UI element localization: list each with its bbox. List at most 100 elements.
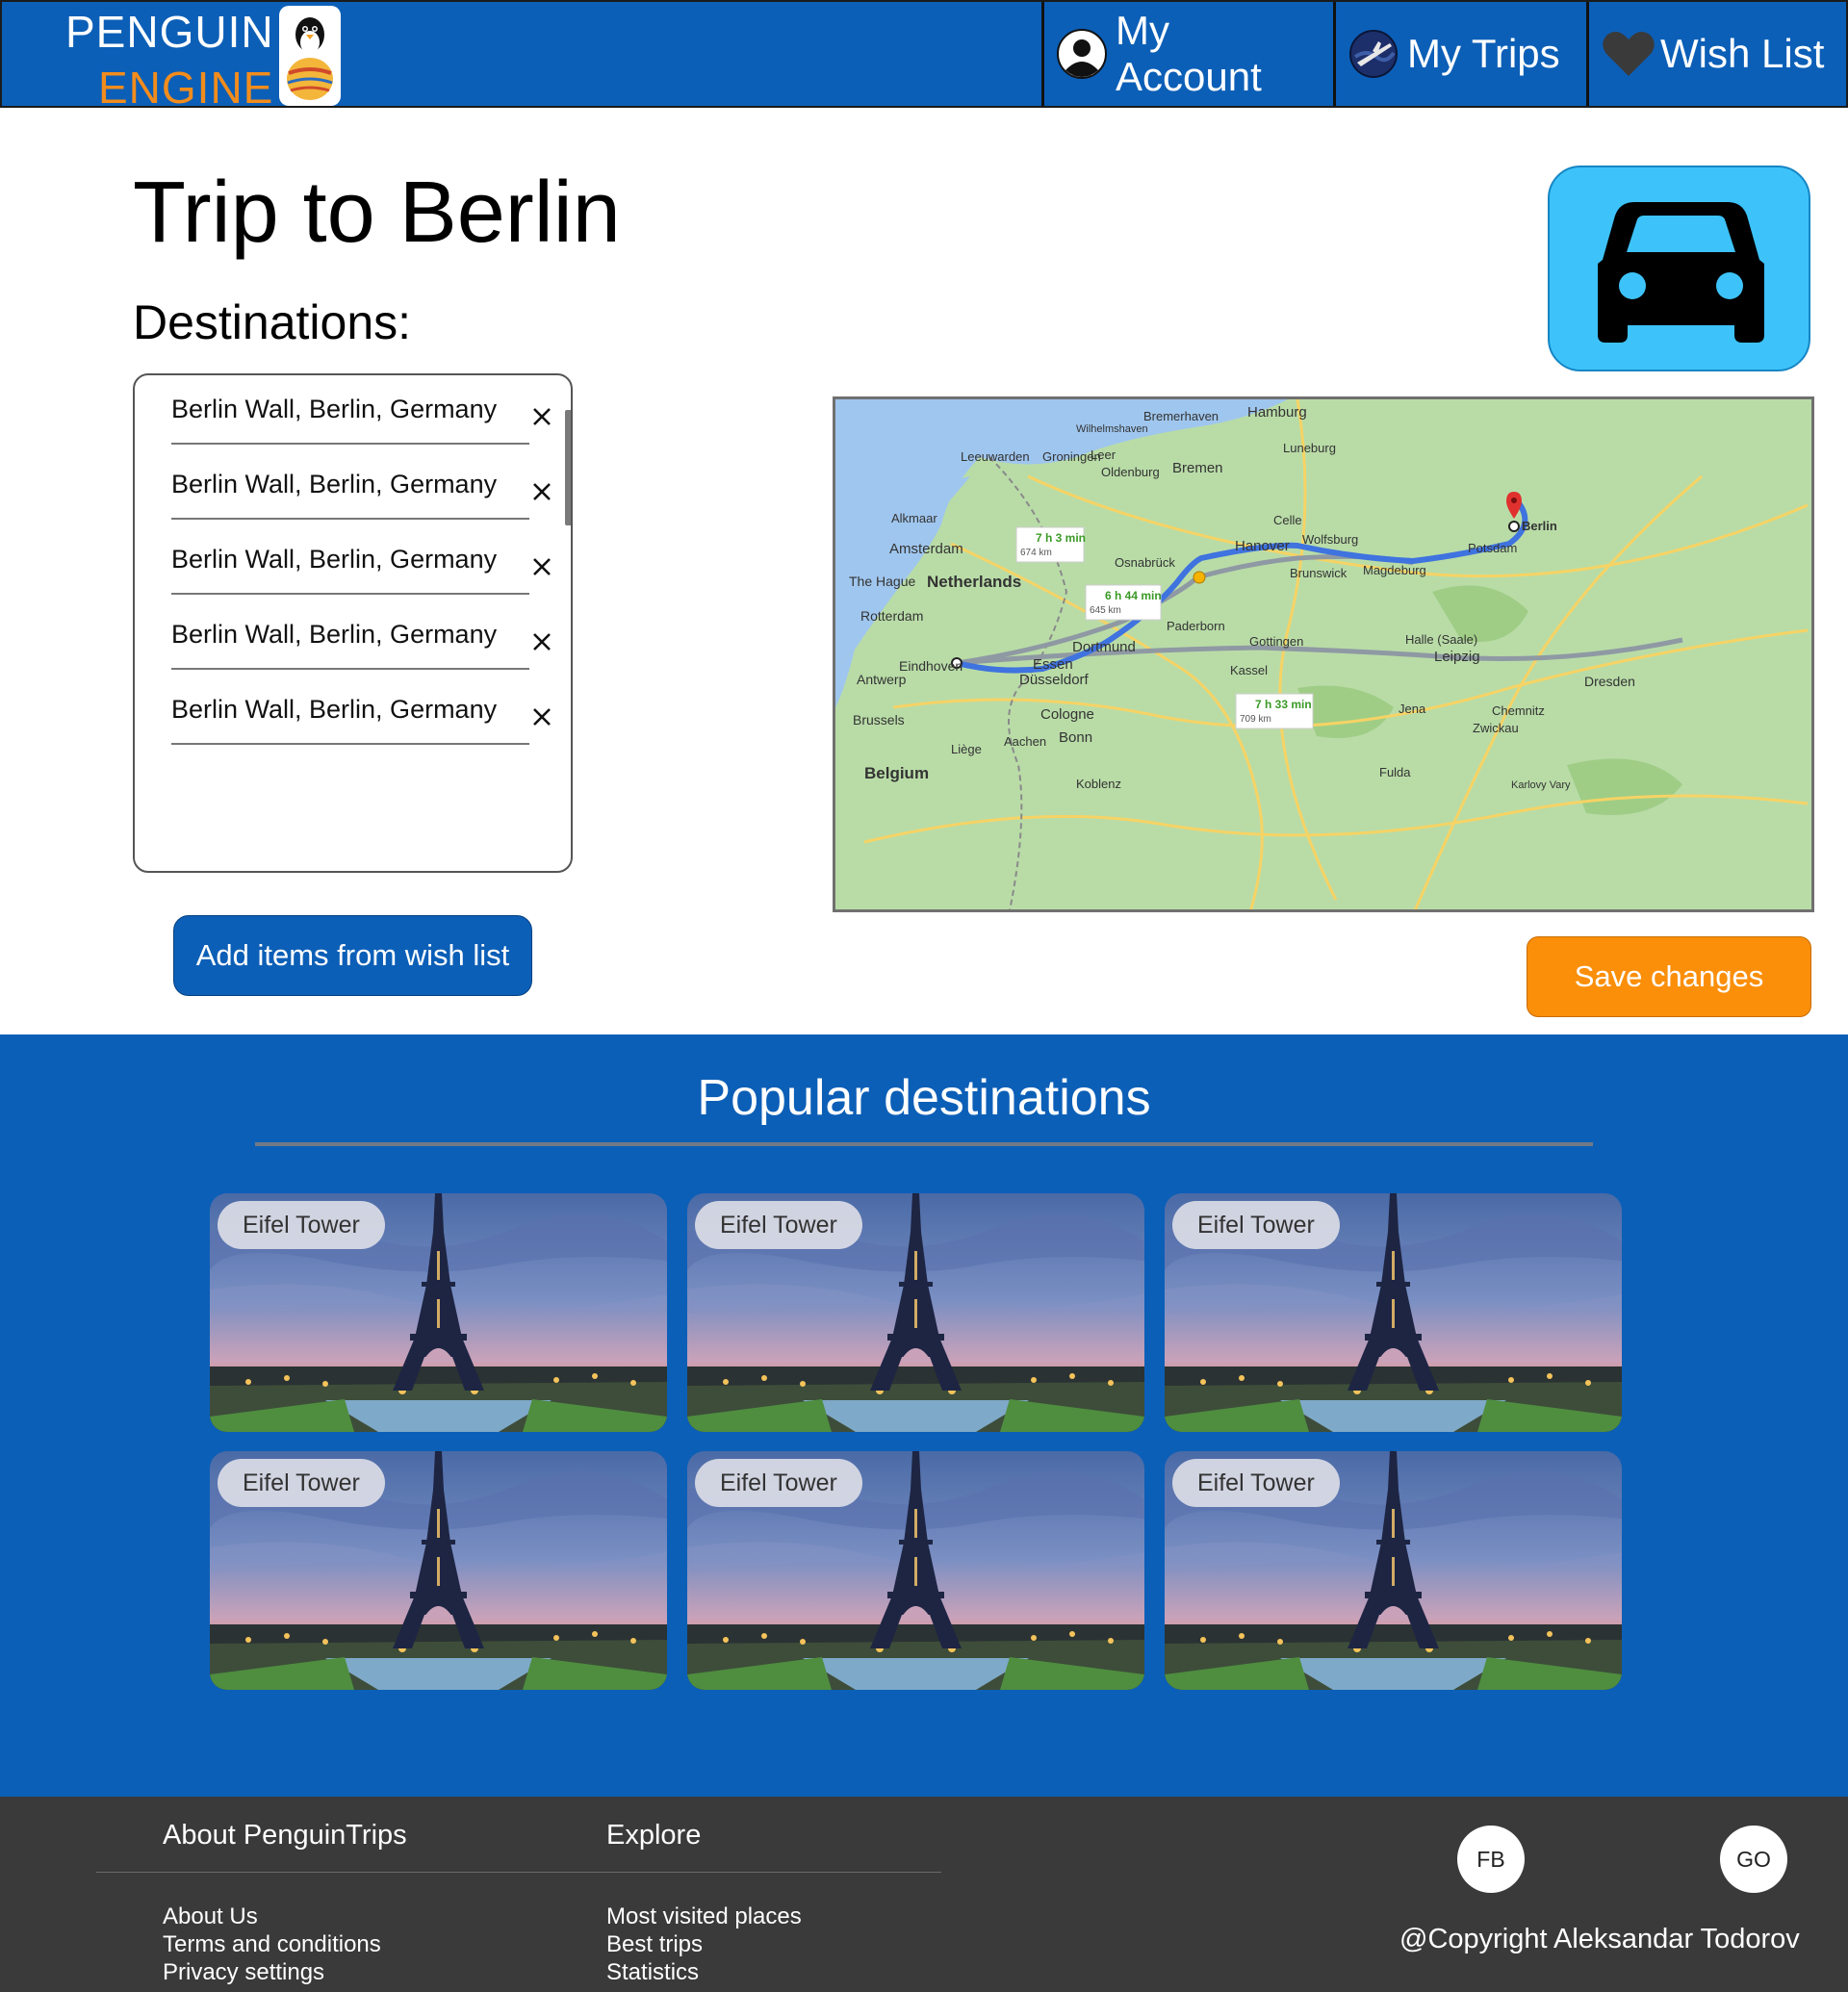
svg-text:Wilhelmshaven: Wilhelmshaven [1076,423,1148,435]
destination-card-label: Eifel Tower [1172,1201,1340,1249]
svg-text:Hamburg: Hamburg [1247,404,1307,421]
destination-card[interactable]: Eifel Tower [1165,1451,1622,1690]
footer-link-about-us[interactable]: About Us [163,1903,258,1930]
destination-card[interactable]: Eifel Tower [210,1451,667,1690]
svg-text:Liège: Liège [951,742,982,756]
svg-text:Alkmaar: Alkmaar [891,511,937,525]
destination-item[interactable]: Berlin Wall, Berlin, Germany [171,535,529,595]
footer-link-terms[interactable]: Terms and conditions [163,1931,381,1958]
penguin-logo-icon [279,6,341,106]
nav-my-account[interactable]: My Account [1041,2,1333,106]
destination-name: Berlin Wall, Berlin, Germany [171,395,498,423]
route-time: 7 h 33 min [1255,698,1312,711]
destination-item[interactable]: Berlin Wall, Berlin, Germany [171,610,529,670]
globe-plane-icon [1348,28,1399,80]
nav-my-account-label: My Account [1116,8,1262,99]
nav-wish-list[interactable]: Wish List [1586,2,1846,106]
destination-card-label: Eifel Tower [695,1201,862,1249]
svg-text:Eindhoven: Eindhoven [899,658,962,674]
svg-text:Jena: Jena [1399,702,1426,716]
destination-item[interactable]: Berlin Wall, Berlin, Germany [171,685,529,745]
footer-about-heading: About PenguinTrips [163,1820,407,1851]
svg-text:Halle (Saale): Halle (Saale) [1405,632,1477,647]
transport-mode-button[interactable] [1548,166,1810,371]
svg-text:Dortmund: Dortmund [1072,639,1136,655]
remove-destination-icon[interactable] [527,552,556,581]
svg-text:Fulda: Fulda [1379,765,1411,779]
top-header: PENGUIN ENGINE My Account My Trips Wish … [0,0,1848,113]
footer-link-statistics[interactable]: Statistics [606,1959,699,1986]
remove-destination-icon[interactable] [527,477,556,506]
destination-item[interactable]: Berlin Wall, Berlin, Germany [171,460,529,520]
destinations-list[interactable]: Berlin Wall, Berlin, Germany Berlin Wall… [133,373,573,873]
route-time-callout-3: 7 h 33 min 709 km [1235,693,1314,729]
footer-link-most-visited[interactable]: Most visited places [606,1903,802,1930]
route-time: 6 h 44 min [1105,589,1162,602]
route-time-callout-1: 7 h 3 min 674 km [1015,526,1086,563]
route-map[interactable]: Bremerhaven Hamburg Groningen Wilhelmsha… [833,396,1814,912]
svg-text:Karlovy Vary: Karlovy Vary [1511,779,1571,791]
footer-link-privacy[interactable]: Privacy settings [163,1959,324,1986]
destination-item[interactable]: Berlin Wall, Berlin, Germany [171,385,529,445]
destination-card[interactable]: Eifel Tower [210,1193,667,1432]
route-distance: 674 km [1020,548,1052,558]
destination-card[interactable]: Eifel Tower [1165,1193,1622,1432]
main-nav: My Account My Trips Wish List [1041,2,1846,106]
svg-text:Oldenburg: Oldenburg [1101,465,1160,479]
svg-text:Luneburg: Luneburg [1283,441,1336,455]
svg-text:Brunswick: Brunswick [1290,566,1348,580]
google-button[interactable]: GO [1720,1826,1787,1893]
destination-name: Berlin Wall, Berlin, Germany [171,545,498,574]
svg-text:Dresden: Dresden [1584,674,1635,689]
add-from-wishlist-button[interactable]: Add items from wish list [173,915,532,996]
remove-destination-icon[interactable] [527,702,556,731]
destination-name: Berlin Wall, Berlin, Germany [171,695,498,724]
destination-card-label: Eifel Tower [1172,1459,1340,1507]
heart-icon [1601,28,1655,80]
footer-explore-heading: Explore [606,1820,702,1851]
nav-my-trips[interactable]: My Trips [1333,2,1586,106]
section-divider [255,1142,1593,1146]
car-icon [1598,202,1764,343]
svg-text:Düsseldorf: Düsseldorf [1019,672,1090,688]
svg-text:Aachen: Aachen [1004,734,1046,749]
svg-text:Hanover: Hanover [1235,538,1290,554]
svg-text:Leeuwarden: Leeuwarden [961,449,1030,464]
svg-text:Belgium: Belgium [864,764,929,782]
destination-card[interactable]: Eifel Tower [687,1193,1144,1432]
logo[interactable]: PENGUIN ENGINE [64,6,343,113]
svg-text:Antwerp: Antwerp [857,672,907,687]
svg-text:Koblenz: Koblenz [1076,777,1121,791]
footer: About PenguinTrips Explore About Us Term… [0,1797,1848,1992]
svg-text:Brussels: Brussels [853,712,905,728]
page-title: Trip to Berlin [133,165,621,261]
save-changes-button[interactable]: Save changes [1527,936,1811,1017]
destination-card-label: Eifel Tower [218,1459,385,1507]
destination-name: Berlin Wall, Berlin, Germany [171,620,498,649]
svg-text:Leipzig: Leipzig [1434,649,1480,665]
footer-divider [96,1872,941,1873]
footer-link-best-trips[interactable]: Best trips [606,1931,703,1958]
svg-text:Berlin: Berlin [1522,519,1557,533]
svg-text:Chemnitz: Chemnitz [1492,703,1545,718]
remove-destination-icon[interactable] [527,402,556,431]
destination-card[interactable]: Eifel Tower [687,1451,1144,1690]
destinations-scrollbar[interactable] [565,410,571,525]
svg-text:Potsdam: Potsdam [1468,541,1517,555]
svg-text:Leer: Leer [1091,447,1116,462]
svg-text:Celle: Celle [1273,513,1302,527]
svg-text:Netherlands: Netherlands [927,573,1021,591]
svg-text:Bonn: Bonn [1059,729,1092,746]
svg-text:Amsterdam: Amsterdam [889,541,963,557]
route-time-callout-2: 6 h 44 min 645 km [1085,584,1162,621]
svg-text:Rotterdam: Rotterdam [860,608,923,624]
route-time: 7 h 3 min [1036,531,1086,545]
svg-text:Kassel: Kassel [1230,663,1268,677]
logo-text-line2: ENGINE [98,63,274,113]
facebook-button[interactable]: FB [1457,1826,1525,1893]
svg-text:Wolfsburg: Wolfsburg [1302,532,1358,547]
route-distance: 645 km [1090,605,1121,616]
remove-destination-icon[interactable] [527,627,556,656]
svg-text:Bremen: Bremen [1172,460,1223,476]
svg-text:Osnabrück: Osnabrück [1115,555,1175,570]
